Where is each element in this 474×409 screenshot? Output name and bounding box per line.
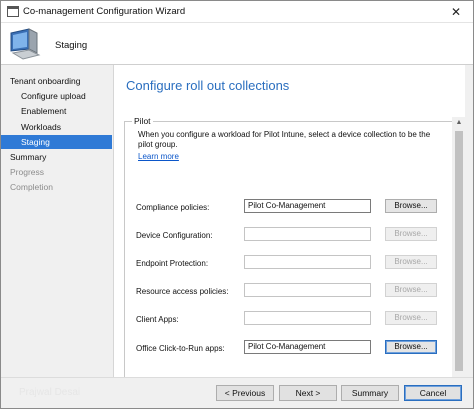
nav-item-progress: Progress	[10, 167, 45, 177]
nav-item-summary: Summary	[10, 152, 47, 162]
office-click-to-run-label: Office Click-to-Run apps:	[136, 344, 225, 353]
nav-item-workloads: Workloads	[21, 122, 61, 132]
wizard-header: Staging	[1, 23, 473, 65]
nav-item-enablement: Enablement	[21, 106, 67, 116]
wizard-content: Configure roll out collections Pilot Whe…	[113, 65, 466, 377]
device-configuration-field[interactable]	[244, 227, 371, 241]
close-button[interactable]: ✕	[447, 4, 465, 20]
nav-item-staging: Staging	[1, 135, 112, 149]
endpoint-protection-field[interactable]	[244, 255, 371, 269]
window-title: Co-management Configuration Wizard	[23, 6, 186, 17]
device-configuration-label: Device Configuration:	[136, 231, 213, 240]
nav-item-completion: Completion	[10, 182, 53, 192]
page-title: Configure roll out collections	[126, 78, 290, 93]
wizard-footer: Prajwal Desai < Previous Next > Summary …	[1, 377, 473, 408]
nav-item-configure-upload: Configure upload	[21, 91, 86, 101]
resource-access-policies-label: Resource access policies:	[136, 287, 229, 296]
header-title: Staging	[55, 40, 88, 51]
learn-more-link[interactable]: Learn more	[138, 152, 179, 161]
wizard-nav: Tenant onboarding Configure upload Enabl…	[1, 65, 113, 377]
pilot-description: When you configure a workload for Pilot …	[138, 130, 431, 149]
compliance-policies-field[interactable]: Pilot Co-Management	[244, 199, 371, 213]
device-configuration-browse-button[interactable]: Browse...	[385, 227, 437, 241]
client-apps-field[interactable]	[244, 311, 371, 325]
next-button[interactable]: Next >	[279, 385, 337, 401]
nav-item-tenant-onboarding: Tenant onboarding	[10, 76, 81, 86]
scrollbar-thumb[interactable]	[455, 131, 463, 371]
endpoint-protection-label: Endpoint Protection:	[136, 259, 209, 268]
cancel-button[interactable]: Cancel	[404, 385, 462, 401]
watermark: Prajwal Desai	[19, 387, 81, 398]
resource-access-policies-browse-button[interactable]: Browse...	[385, 283, 437, 297]
previous-button[interactable]: < Previous	[216, 385, 274, 401]
compliance-policies-label: Compliance policies:	[136, 203, 210, 212]
endpoint-protection-browse-button[interactable]: Browse...	[385, 255, 437, 269]
resource-access-policies-field[interactable]	[244, 283, 371, 297]
summary-button[interactable]: Summary	[341, 385, 399, 401]
wizard-window-icon	[7, 6, 19, 17]
client-apps-label: Client Apps:	[136, 315, 179, 324]
scroll-up-arrow-icon[interactable]: ▲	[452, 117, 466, 129]
wizard-window: Co-management Configuration Wizard ✕ Sta…	[0, 0, 474, 409]
office-click-to-run-field[interactable]: Pilot Co-Management	[244, 340, 371, 354]
title-bar: Co-management Configuration Wizard ✕	[1, 1, 473, 23]
content-scrollbar[interactable]: ▲	[452, 117, 466, 377]
client-apps-browse-button[interactable]: Browse...	[385, 311, 437, 325]
compliance-policies-browse-button[interactable]: Browse...	[385, 199, 437, 213]
office-click-to-run-browse-button[interactable]: Browse...	[385, 340, 437, 354]
computer-monitor-icon	[7, 27, 43, 61]
pilot-group-label: Pilot	[132, 116, 153, 126]
